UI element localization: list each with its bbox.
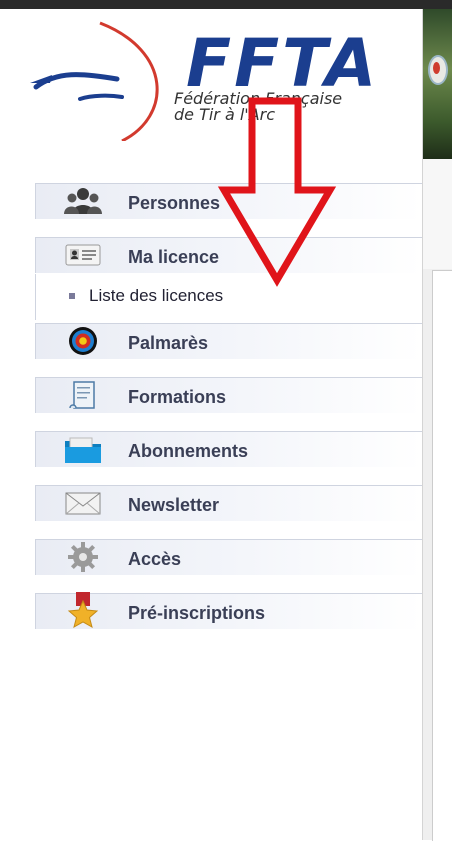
bullet-icon: [69, 293, 75, 299]
logo-acronym: FFTA: [186, 25, 380, 102]
sidebar-item-label: Personnes: [128, 193, 221, 213]
content-header: [423, 159, 452, 269]
submenu-item-label: Liste des licences: [89, 286, 224, 305]
sidebar-item-pre-inscriptions[interactable]: Pré-inscriptions: [35, 592, 422, 629]
sidebar-item-label: Abonnements: [128, 441, 249, 461]
logo-subtitle-line2: de Tir à l'Arc: [174, 105, 276, 124]
sidebar-item-personnes[interactable]: Personnes: [35, 183, 422, 219]
sidebar-item-label: Newsletter: [128, 495, 220, 515]
sidebar-item-label: Formations: [128, 387, 227, 407]
ffta-logo[interactable]: FFTA Fédération Française de Tir à l'Arc: [0, 9, 422, 149]
scroll-icon: [69, 381, 95, 409]
medal-icon: [67, 592, 99, 628]
sidebar-item-label: Accès: [128, 549, 182, 569]
gear-icon: [68, 542, 98, 572]
archer-emblem-icon: [30, 21, 159, 141]
target-icon: [69, 327, 97, 355]
sidebar-item-label: Pré-inscriptions: [128, 603, 266, 623]
sidebar-item-palmares[interactable]: Palmarès: [35, 323, 422, 359]
sidebar-item-newsletter[interactable]: Newsletter: [35, 485, 422, 521]
content-panel: [432, 270, 452, 841]
archery-target-center: [433, 62, 440, 74]
envelope-icon: [65, 492, 101, 515]
header-photo: [423, 9, 452, 159]
id-card-icon: [65, 244, 101, 266]
sidebar-item-formations[interactable]: Formations: [35, 377, 422, 413]
submenu-liste-des-licences[interactable]: Liste des licences: [35, 274, 422, 320]
top-bar: [0, 0, 452, 9]
folder-icon: [65, 437, 101, 463]
sidebar-item-acces[interactable]: Accès: [35, 539, 422, 575]
sidebar-item-label: Ma licence: [128, 247, 220, 267]
sidebar-item-ma-licence[interactable]: Ma licence: [35, 237, 422, 273]
logo-subtitle: Fédération Française de Tir à l'Arc: [174, 91, 404, 123]
sidebar-item-label: Palmarès: [128, 333, 209, 353]
people-icon: [64, 188, 102, 214]
sidebar-item-abonnements[interactable]: Abonnements: [35, 431, 422, 467]
